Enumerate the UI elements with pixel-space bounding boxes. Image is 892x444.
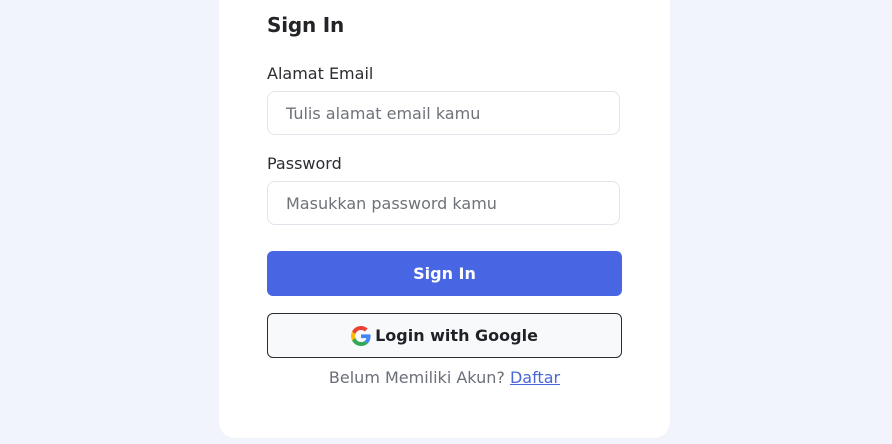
password-label: Password (267, 154, 342, 173)
page-title: Sign In (267, 13, 345, 37)
register-prompt-text: Belum Memiliki Akun? (328, 368, 505, 387)
register-link[interactable]: Daftar (510, 368, 560, 387)
register-prompt: Belum Memiliki Akun? Daftar (267, 368, 622, 387)
email-label: Alamat Email (267, 64, 374, 83)
google-login-button[interactable]: Login with Google (267, 313, 622, 358)
signin-button[interactable]: Sign In (267, 251, 622, 296)
password-field[interactable] (267, 181, 620, 225)
google-button-label: Login with Google (375, 326, 538, 345)
email-field[interactable] (267, 91, 620, 135)
google-icon (351, 325, 371, 346)
